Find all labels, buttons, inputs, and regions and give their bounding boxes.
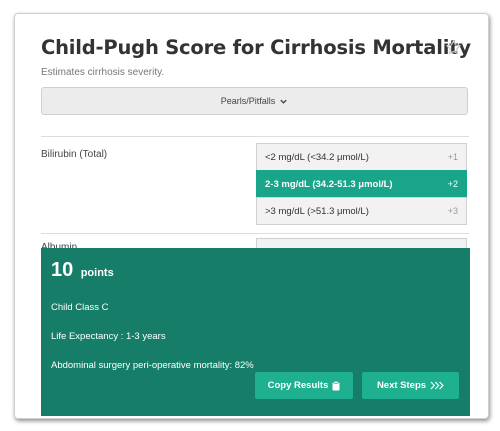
bilirubin-option-low[interactable]: <2 mg/dL (<34.2 μmol/L) +1	[256, 143, 467, 171]
bilirubin-option-mid[interactable]: 2-3 mg/dL (34.2-51.3 μmol/L) +2	[256, 170, 467, 198]
copy-results-label: Copy Results	[267, 380, 329, 391]
next-steps-label: Next Steps	[376, 380, 427, 391]
option-label: >3 mg/dL (>51.3 μmol/L)	[265, 205, 369, 217]
star-icon[interactable]	[445, 39, 462, 56]
page-title: Child-Pugh Score for Cirrhosis Mortality	[41, 36, 471, 59]
clipboard-icon	[332, 380, 340, 390]
bilirubin-options: <2 mg/dL (<34.2 μmol/L) +1 2-3 mg/dL (34…	[256, 143, 467, 225]
chevron-down-icon	[280, 99, 287, 104]
option-points: +1	[447, 152, 458, 162]
child-class-text: Child Class C	[51, 302, 109, 313]
triple-chevron-right-icon	[430, 381, 444, 390]
bilirubin-label: Bilirubin (Total)	[41, 149, 108, 160]
divider	[41, 136, 469, 137]
copy-results-button[interactable]: Copy Results	[255, 372, 353, 399]
option-points: +3	[447, 206, 458, 216]
calculator-card: Child-Pugh Score for Cirrhosis Mortality…	[14, 13, 489, 419]
score-value: 10	[51, 259, 74, 281]
divider	[41, 233, 469, 234]
result-panel: 10 points Child Class C Life Expectancy …	[41, 248, 470, 416]
page-subtitle: Estimates cirrhosis severity.	[41, 67, 165, 78]
bilirubin-option-high[interactable]: >3 mg/dL (>51.3 μmol/L) +3	[256, 197, 467, 225]
next-steps-button[interactable]: Next Steps	[362, 372, 459, 399]
score-display: 10 points	[51, 259, 114, 282]
option-points: +2	[447, 179, 458, 189]
surgery-mortality-text: Abdominal surgery peri-operative mortali…	[51, 360, 254, 371]
option-label: 2-3 mg/dL (34.2-51.3 μmol/L)	[265, 178, 393, 190]
score-unit: points	[80, 267, 114, 279]
pearls-pitfalls-button[interactable]: Pearls/Pitfalls	[41, 87, 468, 115]
option-label: <2 mg/dL (<34.2 μmol/L)	[265, 151, 369, 163]
pearls-pitfalls-label: Pearls/Pitfalls	[220, 96, 276, 106]
life-expectancy-text: Life Expectancy : 1-3 years	[51, 331, 166, 342]
